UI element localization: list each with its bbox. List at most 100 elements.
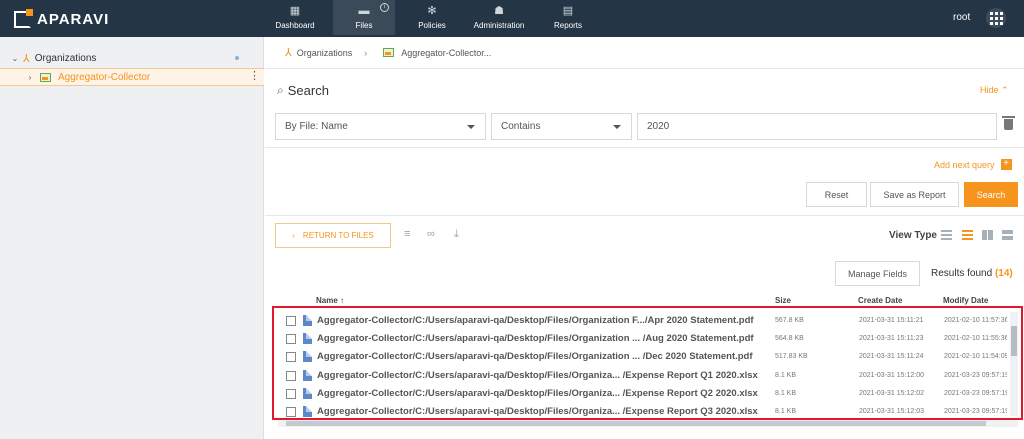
file-modify-date: 2021-03-23 09:57:19 bbox=[944, 390, 1007, 397]
file-name[interactable]: Aggregator-Collector/C:/Users/aparavi-qa… bbox=[317, 351, 753, 362]
organization-icon: ⅄ bbox=[285, 47, 292, 59]
return-to-files-button[interactable]: ‹ RETURN TO FILES bbox=[275, 223, 391, 248]
file-modify-date: 2021-02-10 11:57:36 bbox=[944, 317, 1007, 324]
tab-dashboard-label: Dashboard bbox=[275, 20, 315, 30]
file-name[interactable]: Aggregator-Collector/C:/Users/aparavi-qa… bbox=[317, 315, 754, 326]
table-row[interactable]: Aggregator-Collector/C:/Users/aparavi-qa… bbox=[283, 312, 1019, 330]
save-as-report-button[interactable]: Save as Report bbox=[870, 182, 959, 207]
tab-administration-label: Administration bbox=[473, 20, 525, 30]
chevron-up-icon: ⌃ bbox=[1001, 85, 1009, 95]
chevron-down-icon[interactable]: ⌄ bbox=[9, 54, 21, 63]
file-size: 517.83 KB bbox=[775, 353, 808, 360]
app-grid-icon[interactable] bbox=[986, 8, 1006, 28]
field-select[interactable]: By File: Name bbox=[275, 113, 486, 140]
search-value-input[interactable]: 2020 bbox=[637, 113, 997, 140]
file-modify-date: 2021-03-23 09:57:19 bbox=[944, 408, 1007, 415]
file-create-date: 2021-03-31 15:12:00 bbox=[859, 372, 924, 379]
manage-fields-button[interactable]: Manage Fields bbox=[835, 261, 920, 286]
table-row[interactable]: Aggregator-Collector/C:/Users/aparavi-qa… bbox=[283, 385, 1019, 403]
tree-item-label: Organizations bbox=[34, 52, 97, 64]
tile-view-icon[interactable] bbox=[1002, 230, 1013, 240]
chevron-left-icon: ‹ bbox=[292, 231, 295, 240]
table-row[interactable]: Aggregator-Collector/C:/Users/aparavi-qa… bbox=[283, 367, 1019, 385]
view-type-label: View Type bbox=[889, 230, 937, 241]
detail-view-icon[interactable] bbox=[962, 230, 973, 240]
row-checkbox[interactable] bbox=[286, 407, 296, 417]
table-row[interactable]: Aggregator-Collector/C:/Users/aparavi-qa… bbox=[283, 330, 1019, 348]
row-checkbox[interactable] bbox=[286, 352, 296, 362]
file-name[interactable]: Aggregator-Collector/C:/Users/aparavi-qa… bbox=[317, 406, 758, 417]
divider bbox=[265, 215, 1024, 216]
dashboard-icon: ▦ bbox=[289, 4, 301, 17]
info-icon[interactable]: i bbox=[380, 3, 389, 12]
clipboard-icon: ▤ bbox=[562, 4, 574, 17]
more-options-icon[interactable]: ⋮ bbox=[249, 71, 260, 82]
breadcrumb-item-collector[interactable]: Aggregator-Collector... bbox=[401, 48, 491, 58]
hide-label: Hide bbox=[980, 85, 999, 95]
file-name[interactable]: Aggregator-Collector/C:/Users/aparavi-qa… bbox=[317, 370, 758, 381]
logo-text: APARAVI bbox=[37, 10, 110, 28]
row-checkbox[interactable] bbox=[286, 371, 296, 381]
column-header-modify-date[interactable]: Modify Date bbox=[943, 296, 988, 305]
tree-item-aggregator-collector[interactable]: › Aggregator-Collector ⋮ bbox=[0, 68, 264, 86]
column-header-create-date[interactable]: Create Date bbox=[858, 296, 902, 305]
hide-search-link[interactable]: Hide ⌃ bbox=[980, 85, 1009, 96]
search-value: 2020 bbox=[647, 121, 670, 132]
add-next-query-link[interactable]: Add next query + bbox=[934, 159, 1012, 170]
file-size: 567.8 KB bbox=[775, 317, 804, 324]
download-icon[interactable]: ⤓ bbox=[454, 228, 459, 241]
file-icon bbox=[303, 388, 312, 399]
file-create-date: 2021-03-31 15:11:23 bbox=[859, 335, 924, 342]
row-checkbox[interactable] bbox=[286, 316, 296, 326]
search-button[interactable]: Search bbox=[964, 182, 1018, 207]
file-name[interactable]: Aggregator-Collector/C:/Users/aparavi-qa… bbox=[317, 388, 758, 399]
operator-select[interactable]: Contains bbox=[491, 113, 632, 140]
file-create-date: 2021-03-31 15:12:02 bbox=[859, 390, 924, 397]
tab-dashboard[interactable]: ▦ Dashboard bbox=[264, 0, 326, 35]
user-menu[interactable]: root bbox=[953, 12, 970, 23]
chevron-right-icon[interactable]: › bbox=[24, 73, 36, 82]
sidebar-tree: ⌄ ⅄ Organizations › Aggregator-Collector… bbox=[0, 37, 264, 439]
collector-icon bbox=[383, 48, 395, 57]
file-modify-date: 2021-02-10 11:54:09 bbox=[944, 353, 1007, 360]
tab-administration[interactable]: ☗ Administration bbox=[468, 0, 530, 35]
trash-icon[interactable] bbox=[1002, 116, 1015, 130]
tab-policies[interactable]: ✻ Policies bbox=[401, 0, 463, 35]
horizontal-scrollbar[interactable] bbox=[278, 420, 1018, 427]
tab-reports[interactable]: ▤ Reports bbox=[537, 0, 599, 35]
field-select-value: By File: Name bbox=[285, 121, 348, 132]
scrollbar-thumb[interactable] bbox=[1011, 326, 1017, 356]
column-header-size[interactable]: Size bbox=[775, 296, 791, 305]
column-header-name[interactable]: Name ↑ bbox=[316, 296, 344, 305]
row-checkbox[interactable] bbox=[286, 334, 296, 344]
breadcrumb: ⅄ Organizations › Aggregator-Collector..… bbox=[265, 37, 1024, 69]
file-icon bbox=[303, 370, 312, 381]
reset-button[interactable]: Reset bbox=[806, 182, 867, 207]
link-icon[interactable]: ∞ bbox=[427, 228, 435, 240]
select-list-icon[interactable]: ≡ bbox=[404, 228, 410, 240]
file-icon bbox=[303, 351, 312, 362]
scrollbar-thumb[interactable] bbox=[286, 421, 986, 426]
results-count: (14) bbox=[994, 268, 1013, 279]
table-row[interactable]: Aggregator-Collector/C:/Users/aparavi-qa… bbox=[283, 403, 1019, 417]
file-name[interactable]: Aggregator-Collector/C:/Users/aparavi-qa… bbox=[317, 333, 754, 344]
vertical-scrollbar[interactable] bbox=[1010, 312, 1018, 416]
search-title: Search bbox=[287, 83, 329, 98]
table-row[interactable]: Aggregator-Collector/C:/Users/aparavi-qa… bbox=[283, 348, 1019, 366]
breadcrumb-item-organizations[interactable]: Organizations bbox=[297, 48, 353, 58]
search-icon: ⌕ bbox=[277, 83, 284, 97]
file-modify-date: 2021-02-10 11:55:36 bbox=[944, 335, 1007, 342]
grid-view-icon[interactable] bbox=[982, 230, 993, 240]
caret-down-icon bbox=[613, 125, 621, 129]
list-view-icon[interactable] bbox=[941, 230, 952, 240]
aparavi-logo[interactable]: APARAVI bbox=[14, 8, 110, 29]
file-size: 564.8 KB bbox=[775, 335, 804, 342]
users-icon: ☗ bbox=[494, 4, 504, 17]
tree-item-organizations[interactable]: ⌄ ⅄ Organizations bbox=[0, 49, 264, 67]
row-checkbox[interactable] bbox=[286, 389, 296, 399]
caret-down-icon bbox=[467, 125, 475, 129]
status-dot bbox=[235, 56, 239, 60]
tab-files[interactable]: ▬ Files i bbox=[333, 0, 395, 35]
divider bbox=[265, 147, 1024, 148]
tab-files-label: Files bbox=[355, 20, 373, 30]
